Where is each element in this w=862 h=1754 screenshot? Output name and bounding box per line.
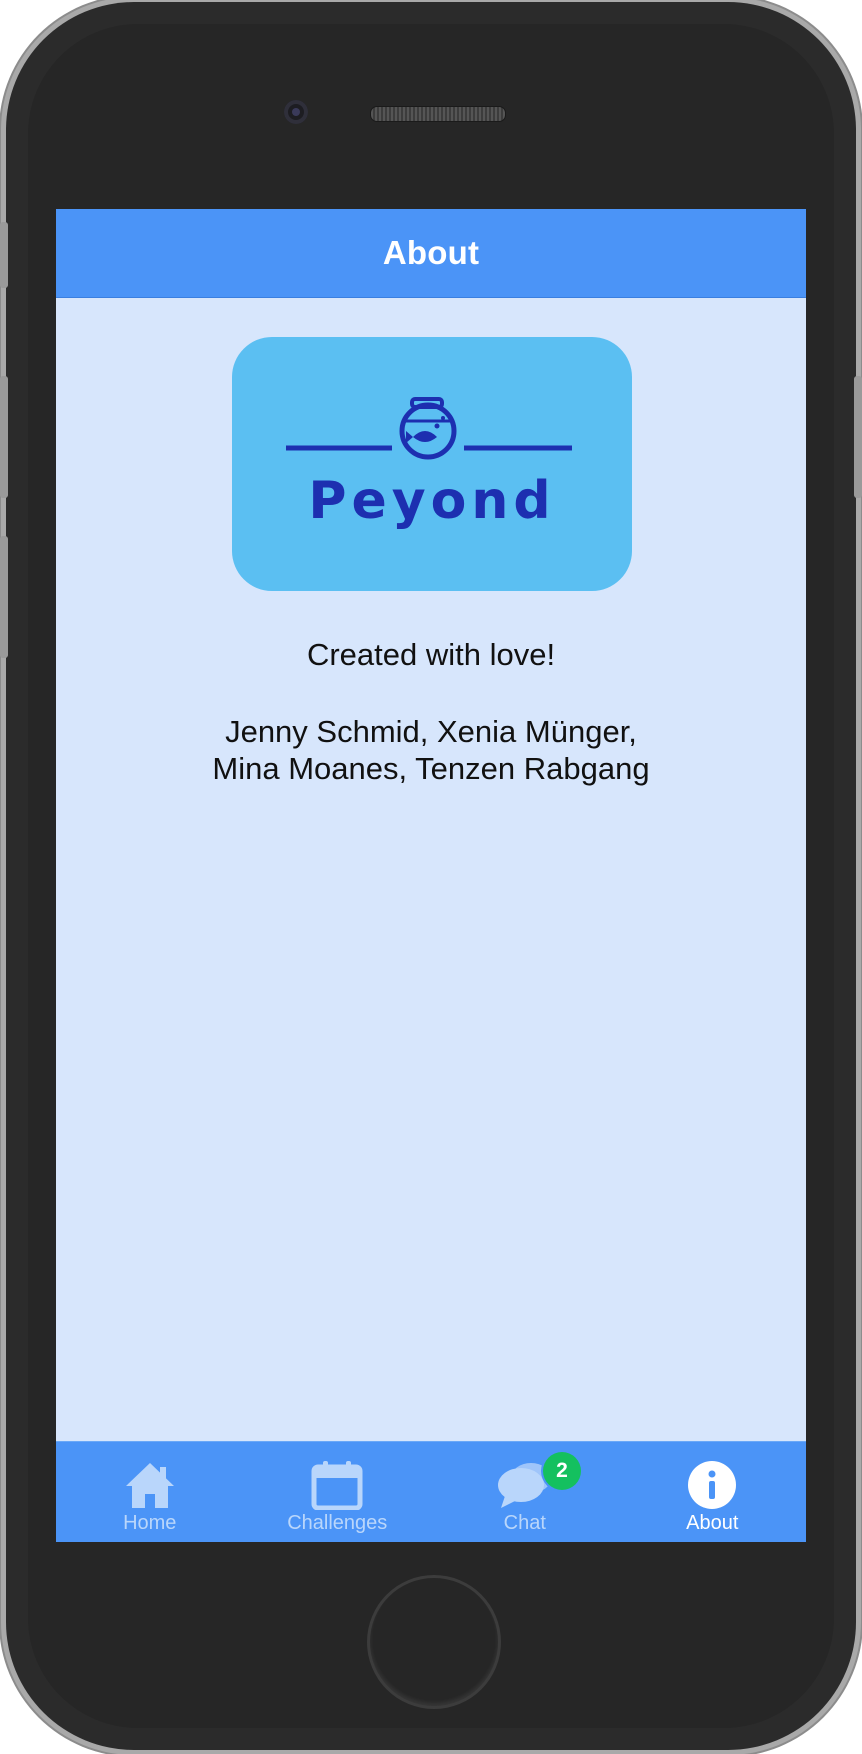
home-hardware-button[interactable]	[370, 1578, 498, 1706]
page-title: About	[382, 234, 480, 271]
credits-names-line-1: Jenny Schmid, Xenia Münger,	[225, 714, 637, 749]
credits-names: Jenny Schmid, Xenia Münger, Mina Moanes,…	[56, 713, 806, 787]
fishbowl-icon	[286, 397, 572, 460]
app-screen: About Peyond Created with love! Jenny Sc…	[56, 209, 806, 1542]
logo-wordmark: Peyond	[308, 471, 556, 531]
volume-up-button	[0, 376, 8, 498]
navigation-bar: About	[56, 209, 806, 298]
tab-chat-label: Chat	[503, 1512, 546, 1534]
tab-challenges-label: Challenges	[287, 1512, 388, 1534]
volume-down-button	[0, 536, 8, 658]
info-icon	[687, 1460, 737, 1510]
tab-chat[interactable]: Chat 2	[431, 1442, 619, 1542]
credits-names-line-2: Mina Moanes, Tenzen Rabgang	[212, 751, 650, 786]
tab-bar: Home Challenges Chat 2 About	[56, 1441, 806, 1542]
mute-switch	[0, 222, 8, 288]
chat-unread-badge: 2	[543, 1452, 581, 1490]
tab-home-label: Home	[123, 1512, 177, 1534]
tab-about[interactable]: About	[619, 1442, 807, 1542]
tab-challenges[interactable]: Challenges	[244, 1442, 432, 1542]
calendar-icon	[311, 1460, 363, 1510]
credits-heading: Created with love!	[306, 637, 556, 672]
front-camera	[284, 100, 308, 124]
power-button	[854, 376, 862, 498]
home-icon	[124, 1460, 176, 1510]
tab-home[interactable]: Home	[56, 1442, 244, 1542]
earpiece-speaker	[370, 106, 506, 122]
app-logo: Peyond	[232, 337, 632, 591]
tab-about-label: About	[686, 1512, 739, 1534]
